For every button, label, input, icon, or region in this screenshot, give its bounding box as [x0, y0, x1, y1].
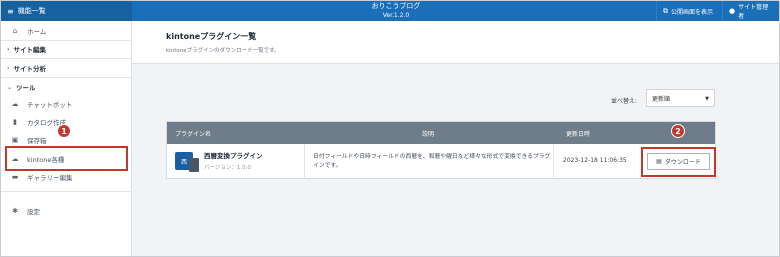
sidebar-item-label: チャットボット: [27, 101, 73, 109]
site-admin-button[interactable]: ● サイト管理者: [722, 1, 779, 21]
column-header-name: プラグイン名: [175, 130, 212, 138]
top-bar: ≡ 機能一覧 おりこうブログ Ver.1.2.0 ⧉ 公開画面を表示 ● サイト…: [1, 1, 779, 21]
sidebar-group-site-analysis[interactable]: › サイト分析: [1, 60, 132, 76]
book-icon: ▮: [13, 118, 17, 126]
divider: [1, 191, 132, 192]
public-view-label: 公開画面を表示: [671, 8, 714, 16]
sidebar-item-label: 設定: [27, 208, 40, 216]
sidebar-item-label: ギャラリー編集: [27, 174, 73, 182]
step-badge-1: 1: [57, 124, 71, 138]
file-icon: ▤: [656, 158, 662, 165]
public-view-button[interactable]: ⧉ 公開画面を表示: [656, 1, 719, 21]
sidebar-item-label: 保存箱: [27, 137, 47, 145]
sidebar-group-site-edit[interactable]: › サイト編集: [1, 41, 132, 57]
sidebar-item-label: ツール: [16, 84, 36, 92]
sidebar-item-label: サイト分析: [13, 65, 46, 73]
page-title: kintoneプラグイン一覧: [166, 32, 257, 41]
plugin-description: 日付フィールドや日時フィールドの西暦を、和暦や曜日など様々な形式で変換できるプラ…: [313, 154, 551, 169]
column-header-updated: 更新日時: [566, 130, 591, 138]
sidebar-item-gallery[interactable]: ▬ ギャラリー編集: [1, 169, 132, 185]
robot-icon: ☁: [11, 100, 19, 108]
site-admin-label: サイト管理者: [738, 4, 769, 20]
plugin-updated: 2023-12-18 11:06:35: [563, 157, 627, 164]
chevron-right-icon: ›: [7, 64, 10, 72]
download-button[interactable]: ▤ ダウンロード: [647, 153, 710, 170]
plugin-version: バージョン：1.0.0: [204, 165, 251, 171]
sidebar-item-settings[interactable]: ✱ 設定: [1, 203, 132, 219]
brand-name: おりこうブログ: [371, 2, 421, 10]
sidebar-item-home[interactable]: ⌂ ホーム: [1, 23, 132, 39]
home-icon: ⌂: [12, 27, 18, 35]
sidebar: ⌂ ホーム › サイト編集 › サイト分析 ⌄ ツール ☁ チャットボット ▮ …: [1, 21, 132, 256]
plugin-icon: 西: [175, 152, 199, 172]
page-header: kintoneプラグイン一覧 kintoneプラグインのダウンロード一覧です。: [132, 21, 779, 64]
column-divider: [304, 144, 305, 178]
app-version: Ver.1.2.0: [382, 12, 410, 19]
function-menu-button[interactable]: ≡ 機能一覧: [1, 1, 132, 21]
plugin-name: 西暦変換プラグイン: [204, 152, 263, 160]
chevron-right-icon: ›: [7, 45, 10, 53]
function-menu-label: 機能一覧: [17, 7, 46, 15]
user-icon: ●: [729, 7, 736, 15]
app-frame: ≡ 機能一覧 おりこうブログ Ver.1.2.0 ⧉ 公開画面を表示 ● サイト…: [0, 0, 780, 257]
sidebar-group-tools[interactable]: ⌄ ツール: [1, 79, 132, 95]
hamburger-icon: ≡: [7, 6, 14, 16]
sort-select-value: 更新順: [652, 95, 671, 103]
step-badge-2: 2: [671, 124, 685, 138]
chevron-down-icon: ⌄: [7, 83, 13, 91]
divider: [1, 58, 132, 59]
sort-select[interactable]: 更新順 ▼: [646, 89, 715, 107]
save-icon: ▣: [11, 136, 19, 144]
sidebar-item-label: ホーム: [27, 28, 47, 36]
column-header-description: 説明: [422, 130, 435, 138]
column-divider: [553, 144, 554, 178]
plugin-table: プラグイン名 説明 更新日時 西 西暦変換プラグイン バージョン：1.0.0 日…: [166, 121, 716, 179]
page-subtitle: kintoneプラグインのダウンロード一覧です。: [166, 48, 280, 54]
download-label: ダウンロード: [664, 159, 701, 166]
image-icon: ▬: [11, 173, 19, 181]
sidebar-item-chatbot[interactable]: ☁ チャットボット: [1, 96, 132, 112]
divider: [1, 77, 132, 78]
external-link-icon: ⧉: [663, 6, 668, 15]
table-header: プラグイン名 説明 更新日時: [167, 122, 715, 144]
sidebar-item-label: サイト編集: [13, 46, 46, 54]
kintone-highlight-box: [5, 146, 128, 171]
gear-icon: ✱: [12, 207, 18, 215]
brand: おりこうブログ Ver.1.2.0: [331, 2, 461, 20]
sort-label: 並べ替え:: [611, 98, 638, 105]
caret-down-icon: ▼: [705, 96, 709, 102]
